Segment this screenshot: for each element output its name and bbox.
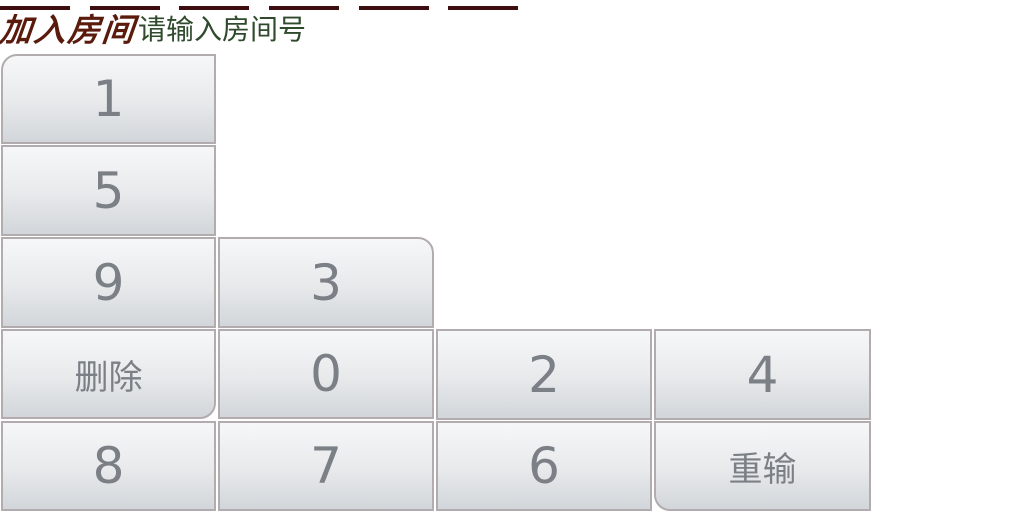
key-7[interactable]: 7 (218, 421, 434, 511)
key-8[interactable]: 8 (1, 421, 216, 511)
key-3[interactable]: 3 (218, 237, 434, 328)
key-0[interactable]: 0 (218, 329, 434, 419)
key-9[interactable]: 9 (1, 237, 216, 328)
reset-button[interactable]: 重输 (654, 421, 871, 511)
page-subtitle: 请输入房间号 (138, 13, 307, 46)
key-1[interactable]: 1 (1, 54, 216, 144)
code-slot (448, 6, 518, 10)
header: 加入房间 请输入房间号 (0, 8, 306, 52)
page-title: 加入房间 (0, 11, 139, 49)
delete-button[interactable]: 删除 (1, 329, 216, 419)
key-4[interactable]: 4 (654, 329, 871, 420)
key-6[interactable]: 6 (436, 421, 652, 511)
code-slot (359, 6, 429, 10)
key-5[interactable]: 5 (1, 145, 216, 236)
key-2[interactable]: 2 (436, 329, 652, 420)
